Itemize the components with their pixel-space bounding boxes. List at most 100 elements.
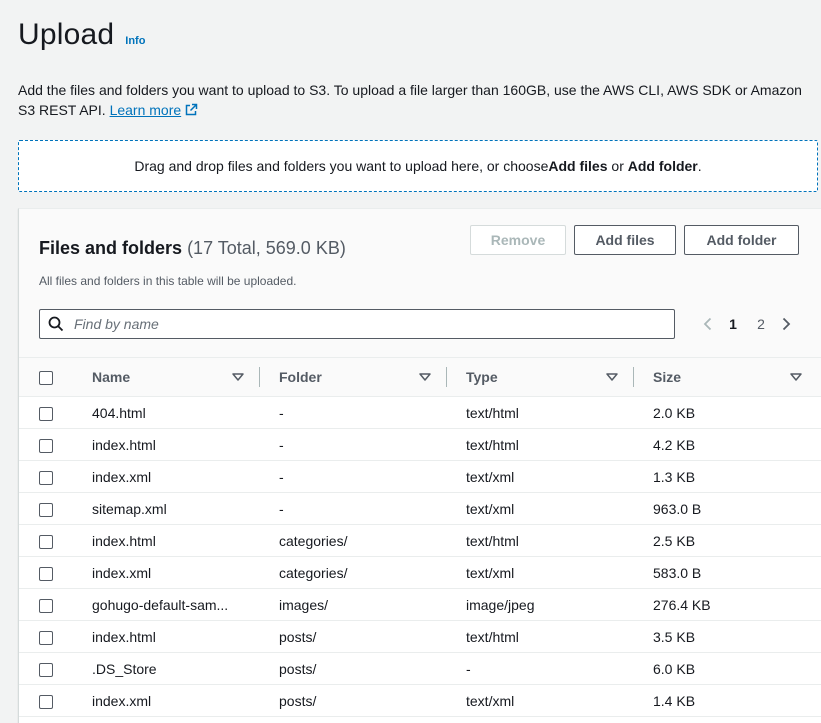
sort-caret-icon[interactable] [417,369,433,385]
table-row: index.html categories/ text/html 2.5 KB [19,524,821,557]
file-type: text/html [447,620,634,653]
row-checkbox[interactable] [39,406,53,421]
file-type: image/jpeg [447,588,634,621]
row-checkbox[interactable] [39,438,53,453]
next-page-button[interactable] [775,313,797,335]
row-checkbox[interactable] [39,694,53,709]
row-checkbox[interactable] [39,630,53,645]
page-header: Upload Info [18,18,145,52]
row-checkbox[interactable] [39,502,53,517]
file-size: 2.0 KB [634,396,821,429]
search-box[interactable] [39,309,675,339]
row-select-cell [19,396,73,429]
upload-description: Add the files and folders you want to up… [18,80,818,120]
file-folder: posts/ [260,684,447,717]
row-select-cell [19,556,73,589]
table-row: index.html - text/html 4.2 KB [19,428,821,461]
dropzone-or: or [607,158,628,174]
file-folder: - [260,492,447,525]
file-name: index.html [73,524,260,557]
file-size: 4.2 KB [634,428,821,461]
search-input[interactable] [72,315,636,333]
row-select-cell [19,524,73,557]
files-panel-title: Files and folders (17 Total, 569.0 KB) [39,238,346,259]
file-name: sitemap.xml [73,492,260,525]
column-header-size[interactable]: Size [634,358,821,397]
column-header-type[interactable]: Type [447,358,634,397]
dropzone-prefix: Drag and drop files and folders you want… [134,158,549,174]
learn-more-label[interactable]: Learn more [110,102,182,118]
column-label-name: Name [92,369,131,385]
row-select-cell [19,684,73,717]
page-title: Upload [18,18,115,51]
column-label-size: Size [653,369,682,385]
file-folder: - [260,428,447,461]
row-checkbox[interactable] [39,598,53,613]
row-checkbox[interactable] [39,662,53,677]
row-checkbox[interactable] [39,566,53,581]
sort-caret-icon[interactable] [230,369,246,385]
column-header-folder[interactable]: Folder [260,358,447,397]
file-folder: posts/ [260,620,447,653]
add-files-button[interactable]: Add files [574,225,676,255]
info-link[interactable]: Info [125,35,145,47]
file-type: text/xml [447,684,634,717]
column-label-type: Type [466,369,498,385]
files-panel: Files and folders (17 Total, 569.0 KB) A… [18,208,821,723]
file-name: 404.html [73,396,260,429]
file-folder: - [260,460,447,493]
dropzone-suffix: . [697,158,702,174]
sort-caret-icon[interactable] [788,369,804,385]
row-checkbox[interactable] [39,534,53,549]
file-type: - [447,652,634,685]
table-row: index.html posts/ text/html 3.5 KB [19,620,821,653]
page-2-button[interactable]: 2 [747,316,775,332]
table-row: index.xml categories/ text/xml 583.0 B [19,556,821,589]
files-panel-subtitle: All files and folders in this table will… [39,274,297,288]
previous-page-button[interactable] [697,313,719,335]
file-name: index.xml [73,460,260,493]
file-type: text/html [447,524,634,557]
table-row: gohugo-default-sam... images/ image/jpeg… [19,588,821,621]
remove-button[interactable]: Remove [470,225,566,255]
files-count: (17 Total, 569.0 KB) [187,238,346,258]
external-link-icon[interactable] [184,103,198,117]
select-all-cell [19,358,73,397]
upload-page: Upload Info Add the files and folders yo… [0,0,821,723]
file-size: 2.5 KB [634,524,821,557]
add-folder-button[interactable]: Add folder [684,225,799,255]
pagination: 1 2 [697,313,797,335]
file-name: index.xml [73,556,260,589]
drop-zone[interactable]: Drag and drop files and folders you want… [18,140,818,192]
dropzone-add-files: Add files [548,158,608,174]
file-size: 583.0 B [634,556,821,589]
file-type: text/xml [447,460,634,493]
file-name: .DS_Store [73,652,260,685]
file-size: 963.0 B [634,492,821,525]
search-icon [48,316,64,332]
file-type: text/html [447,428,634,461]
files-title-text: Files and folders [39,238,183,258]
file-name: gohugo-default-sam... [73,588,260,621]
row-checkbox[interactable] [39,470,53,485]
row-select-cell [19,492,73,525]
page-1-button[interactable]: 1 [719,316,747,332]
file-type: text/html [447,396,634,429]
table-row: 404.html - text/html 2.0 KB [19,396,821,429]
file-name: index.html [73,428,260,461]
file-folder: posts/ [260,652,447,685]
select-all-checkbox[interactable] [39,371,53,386]
table-header-row: Name Folder Type Size [19,358,821,397]
chevron-left-icon [703,317,712,331]
table-row: sitemap.xml - text/xml 963.0 B [19,492,821,525]
files-panel-header: Files and folders (17 Total, 569.0 KB) A… [19,209,821,358]
dropzone-add-folder: Add folder [627,158,698,174]
file-size: 3.5 KB [634,620,821,653]
column-header-name[interactable]: Name [73,358,260,397]
file-size: 276.4 KB [634,588,821,621]
learn-more-link[interactable]: Learn more [110,102,199,118]
sort-caret-icon[interactable] [604,369,620,385]
file-size: 6.0 KB [634,652,821,685]
file-folder: images/ [260,588,447,621]
row-select-cell [19,460,73,493]
